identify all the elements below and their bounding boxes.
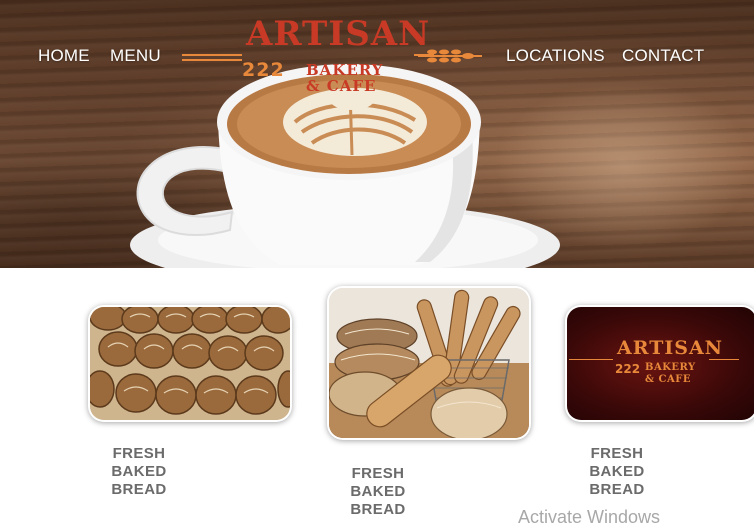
bread-rolls-image — [90, 307, 290, 420]
site-logo[interactable]: ARTISAN 222 BAKERY & CAFE — [182, 14, 482, 98]
logo-wordmark: ARTISAN — [246, 14, 431, 54]
card-logo-bakery: BAKERY — [645, 362, 696, 373]
hero-banner: HOME MENU ARTISAN 222 BAKERY & CAFE LOCA… — [0, 0, 754, 268]
caption-line: FRESH — [112, 445, 166, 462]
logo-line — [182, 59, 242, 61]
nav-menu[interactable]: MENU — [110, 46, 161, 66]
artisan-logo-card[interactable]: ARTISAN 222 BAKERY & CAFE — [567, 307, 754, 420]
logo-number: 222 — [242, 59, 285, 81]
logo-line — [709, 359, 739, 360]
activate-windows-watermark: Activate Windows — [518, 507, 661, 527]
card-logo: ARTISAN 222 BAKERY & CAFE — [567, 307, 754, 420]
card-logo-number: 222 — [615, 362, 641, 376]
card-caption: FRESH BAKED BREAD — [79, 445, 199, 499]
card-caption: FRESH BAKED BREAD — [318, 465, 438, 519]
logo-cafe-text: & CAFE — [306, 77, 377, 95]
caption-line: BAKED — [350, 483, 406, 500]
logo-line — [569, 359, 613, 360]
bread-loaves-card[interactable] — [329, 288, 529, 438]
nav-home[interactable]: HOME — [38, 46, 90, 66]
caption-line: BAKED — [589, 463, 645, 480]
card-logo-cafe: & CAFE — [645, 374, 691, 385]
nav-locations[interactable]: LOCATIONS — [506, 46, 605, 66]
caption-line: FRESH — [351, 465, 405, 482]
card-logo-wordmark: ARTISAN — [617, 337, 724, 359]
caption-line: BAKED — [111, 463, 167, 480]
caption-line: BREAD — [111, 481, 167, 498]
caption-line: BREAD — [589, 481, 645, 498]
logo-line — [182, 54, 242, 56]
caption-line: FRESH — [590, 445, 644, 462]
caption-line: BREAD — [350, 501, 406, 518]
page: HOME MENU ARTISAN 222 BAKERY & CAFE LOCA… — [0, 0, 754, 531]
bread-rolls-card[interactable] — [90, 307, 290, 420]
card-caption: FRESH BAKED BREAD — [557, 445, 677, 499]
nav-contact[interactable]: CONTACT — [622, 46, 704, 66]
bread-loaves-image — [329, 288, 529, 438]
wheat-icon — [418, 49, 482, 63]
